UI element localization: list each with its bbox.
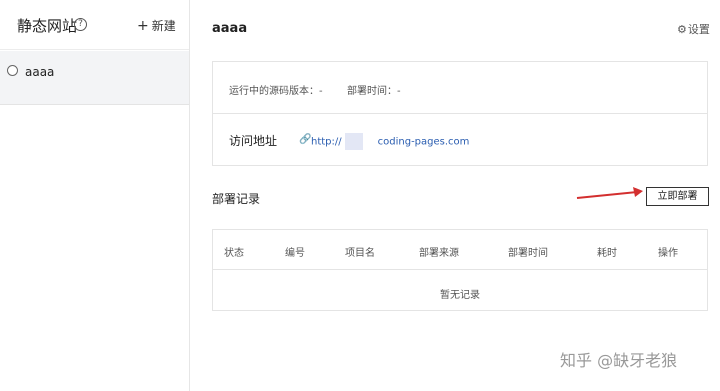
link-icon: 🔗 [299,134,312,145]
plus-icon: + [137,18,149,34]
new-site-label: 新建 [151,19,176,33]
sidebar-item-site[interactable]: aaaa [0,51,189,105]
address-prefix: http:// [311,136,342,148]
red-arrow-annotation [576,187,643,199]
col-number: 编号 [285,248,305,259]
radio-icon[interactable] [7,65,18,76]
address-label: 访问地址 [229,134,278,148]
col-duration: 耗时 [597,248,617,259]
settings-label: 设置 [687,23,710,36]
sidebar-header: 静态网站 ? + 新建 [0,0,189,50]
empty-state: 暂无记录 [440,290,480,301]
col-actions: 操作 [658,248,678,259]
gear-icon: ⚙ [677,23,687,36]
sidebar-title: 静态网站 [17,17,78,35]
source-version-text: 运行中的源码版本：- [229,86,323,97]
help-icon[interactable]: ? [74,18,87,31]
address-suffix: coding-pages.com [377,136,470,148]
info-card: 运行中的源码版本：- 部署时间：- 访问地址 🔗 http:// coding-p… [212,61,708,166]
col-project: 项目名 [345,248,375,259]
records-table: 状态 编号 项目名 部署来源 部署时间 耗时 操作 暂无记录 [212,229,708,311]
sidebar: 静态网站 ? + 新建 aaaa [0,0,190,391]
settings-button[interactable]: ⚙设置 [677,21,710,37]
address-row: 访问地址 🔗 http:// coding-pages.com [213,114,707,166]
deploy-now-button[interactable]: 立即部署 [646,187,709,206]
site-name: aaaa [25,65,55,79]
site-address-link[interactable]: http:// coding-pages.com [311,133,469,150]
watermark: 知乎 @缺牙老狼 [560,351,678,370]
table-header: 状态 编号 项目名 部署来源 部署时间 耗时 操作 [213,230,707,270]
records-title: 部署记录 [212,192,261,206]
redacted-block [344,133,363,150]
version-row: 运行中的源码版本：- 部署时间：- [213,62,707,114]
col-deploy-time: 部署时间 [508,248,548,259]
page-title: aaaa [212,21,248,36]
col-source: 部署来源 [419,248,459,259]
main-panel: aaaa ⚙设置 运行中的源码版本：- 部署时间：- 访问地址 🔗 http:/… [190,0,720,391]
deploy-time-text: 部署时间：- [347,86,401,97]
col-status: 状态 [224,248,244,259]
new-site-button[interactable]: + 新建 [137,17,176,34]
